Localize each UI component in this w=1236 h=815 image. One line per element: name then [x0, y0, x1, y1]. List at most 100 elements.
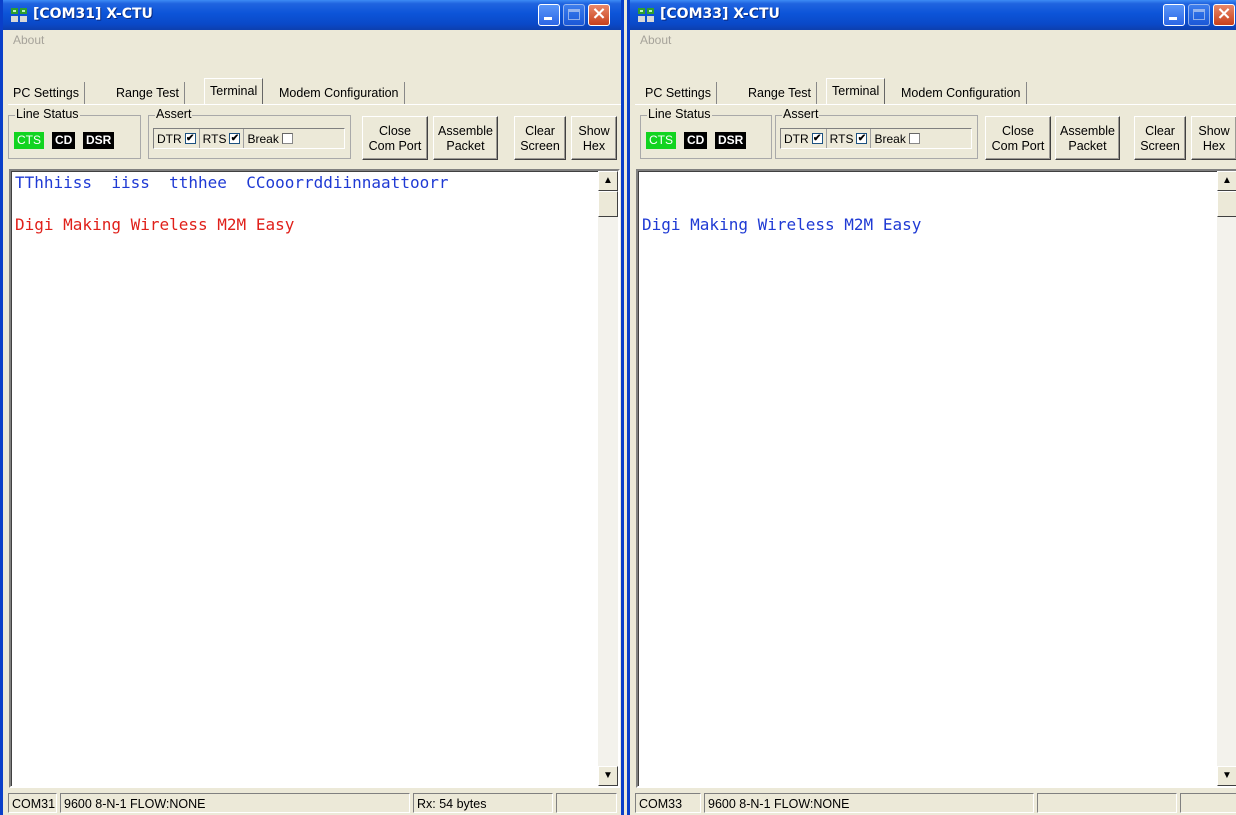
- dtr-label: DTR: [784, 131, 809, 146]
- cts-indicator: CTS: [14, 132, 44, 149]
- terminal-scrollbar[interactable]: ▲ ▼: [1217, 171, 1236, 786]
- close-com-port-label-2: Com Port: [991, 139, 1045, 153]
- close-com-port-label-1: Close: [1002, 124, 1034, 138]
- assert-group: Assert DTR ✔ RTS ✔ Break: [775, 107, 978, 159]
- assemble-packet-label-1: Assemble: [438, 124, 493, 138]
- maximize-icon: [1193, 9, 1205, 20]
- show-hex-button[interactable]: Show Hex: [571, 116, 617, 160]
- minimize-icon: [1169, 17, 1177, 20]
- assert-controls: DTR ✔ RTS ✔ Break: [153, 128, 345, 149]
- close-com-port-button[interactable]: Close Com Port: [985, 116, 1051, 160]
- clear-screen-button[interactable]: Clear Screen: [514, 116, 566, 160]
- rts-label: RTS: [829, 131, 854, 146]
- rts-control[interactable]: RTS ✔: [200, 129, 245, 148]
- line-status-label: Line Status: [647, 107, 712, 121]
- menu-bar: About: [630, 30, 1236, 50]
- close-icon: ×: [1216, 3, 1232, 24]
- status-extra: [556, 793, 617, 813]
- scroll-thumb[interactable]: [1217, 191, 1236, 217]
- clear-screen-label-2: Screen: [1140, 139, 1180, 153]
- status-rx: [1037, 793, 1177, 813]
- terminal-sent-line: TThhiiss iiss tthhee CCooorrddiinnaattoo…: [15, 173, 449, 192]
- xctu-window-com33: [COM33] X-CTU × About PC Settings Range …: [627, 0, 1236, 815]
- terminal-scrollbar[interactable]: ▲ ▼: [598, 171, 618, 786]
- arrow-down-icon: ▼: [1222, 770, 1232, 781]
- assemble-packet-label-1: Assemble: [1060, 124, 1115, 138]
- scroll-thumb[interactable]: [598, 191, 618, 217]
- clear-screen-button[interactable]: Clear Screen: [1134, 116, 1186, 160]
- maximize-icon: [568, 9, 580, 20]
- close-com-port-label-1: Close: [379, 124, 411, 138]
- rts-control[interactable]: RTS ✔: [827, 129, 872, 148]
- tab-pc-settings[interactable]: PC Settings: [640, 82, 718, 104]
- status-settings: 9600 8-N-1 FLOW:NONE: [60, 793, 410, 813]
- dsr-indicator: DSR: [83, 132, 115, 149]
- menu-bar: About: [3, 30, 621, 50]
- rts-checkbox[interactable]: ✔: [856, 133, 868, 144]
- close-window-button[interactable]: ×: [1213, 3, 1235, 26]
- show-hex-label-1: Show: [578, 124, 610, 138]
- break-label: Break: [874, 131, 906, 146]
- dtr-control[interactable]: DTR ✔: [781, 129, 827, 148]
- terminal-received-line: Digi Making Wireless M2M Easy: [15, 215, 295, 234]
- arrow-up-icon: ▲: [1222, 175, 1232, 186]
- tab-range-test[interactable]: Range Test: [111, 82, 186, 104]
- maximize-button[interactable]: [1188, 4, 1210, 26]
- line-status-group: Line Status CTS CD DSR: [8, 107, 141, 159]
- cts-indicator: CTS: [646, 132, 676, 149]
- title-bar[interactable]: [COM33] X-CTU ×: [630, 0, 1236, 30]
- show-hex-label-1: Show: [1198, 124, 1230, 138]
- tab-terminal[interactable]: Terminal: [204, 78, 264, 104]
- break-checkbox[interactable]: [281, 133, 293, 144]
- arrow-up-icon: ▲: [603, 175, 613, 186]
- title-bar[interactable]: [COM31] X-CTU ×: [3, 0, 621, 30]
- menu-about[interactable]: About: [640, 33, 671, 47]
- dtr-checkbox[interactable]: ✔: [184, 133, 196, 144]
- terminal-area[interactable]: TThhiiss iiss tthhee CCooorrddiinnaattoo…: [9, 169, 620, 788]
- line-status-label: Line Status: [15, 107, 80, 121]
- minimize-button[interactable]: [538, 4, 560, 26]
- close-com-port-button[interactable]: Close Com Port: [362, 116, 428, 160]
- dsr-indicator: DSR: [715, 132, 747, 149]
- scroll-up-button[interactable]: ▲: [598, 171, 618, 191]
- show-hex-label-2: Hex: [1202, 139, 1226, 153]
- dtr-control[interactable]: DTR ✔: [154, 129, 200, 148]
- close-com-port-label-2: Com Port: [368, 139, 422, 153]
- xctu-window-com31: [COM31] X-CTU × About PC Settings Range …: [0, 0, 624, 815]
- rts-checkbox[interactable]: ✔: [229, 133, 241, 144]
- window-title: [COM31] X-CTU: [33, 6, 153, 22]
- break-checkbox[interactable]: [908, 133, 920, 144]
- xctu-app-icon: [638, 8, 654, 22]
- status-port: COM31: [8, 793, 57, 813]
- tab-modem-configuration[interactable]: Modem Configuration: [274, 82, 405, 104]
- maximize-button[interactable]: [563, 4, 585, 26]
- minimize-button[interactable]: [1163, 4, 1185, 26]
- tab-terminal[interactable]: Terminal: [826, 78, 886, 104]
- break-control[interactable]: Break: [871, 129, 922, 148]
- break-label: Break: [247, 131, 279, 146]
- show-hex-button[interactable]: Show Hex: [1191, 116, 1236, 160]
- tab-pc-settings[interactable]: PC Settings: [8, 82, 86, 104]
- assemble-packet-button[interactable]: Assemble Packet: [433, 116, 498, 160]
- status-bar: COM31 9600 8-N-1 FLOW:NONE Rx: 54 bytes: [3, 791, 621, 815]
- status-settings: 9600 8-N-1 FLOW:NONE: [704, 793, 1034, 813]
- scroll-down-button[interactable]: ▼: [598, 766, 618, 786]
- minimize-icon: [544, 17, 552, 20]
- tab-baseline: [8, 104, 621, 105]
- assert-group: Assert DTR ✔ RTS ✔ Break: [148, 107, 351, 159]
- tab-range-test[interactable]: Range Test: [743, 82, 818, 104]
- scroll-up-button[interactable]: ▲: [1217, 171, 1236, 191]
- xctu-app-icon: [11, 8, 27, 22]
- terminal-received-line: Digi Making Wireless M2M Easy: [642, 215, 922, 234]
- assemble-packet-button[interactable]: Assemble Packet: [1055, 116, 1120, 160]
- tab-modem-configuration[interactable]: Modem Configuration: [896, 82, 1027, 104]
- scroll-down-button[interactable]: ▼: [1217, 766, 1236, 786]
- assert-label: Assert: [782, 107, 820, 121]
- terminal-area[interactable]: Digi Making Wireless M2M Easy ▲ ▼: [636, 169, 1236, 788]
- break-control[interactable]: Break: [244, 129, 295, 148]
- menu-about[interactable]: About: [13, 33, 44, 47]
- dtr-checkbox[interactable]: ✔: [811, 133, 823, 144]
- status-extra: [1180, 793, 1236, 813]
- close-window-button[interactable]: ×: [588, 3, 610, 26]
- clear-screen-label-1: Clear: [1145, 124, 1175, 138]
